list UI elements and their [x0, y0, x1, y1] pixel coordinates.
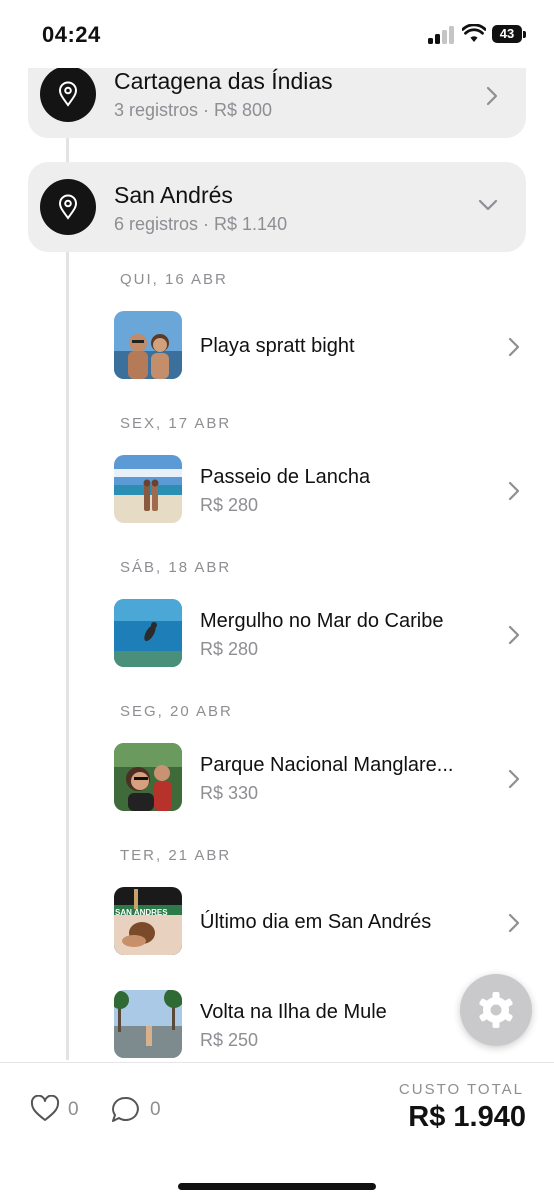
record-item[interactable]: Parque Nacional Manglare... R$ 330 [112, 743, 532, 813]
record-photo [114, 455, 182, 523]
map-pin-icon [40, 66, 96, 122]
like-button[interactable]: 0 [30, 1094, 79, 1125]
record-item[interactable]: Playa spratt bight [112, 311, 532, 381]
place-meta: 6 registros · R$ 1.140 [114, 214, 288, 234]
record-item[interactable]: Passeio de Lancha R$ 280 [112, 455, 532, 525]
record-price: R$ 280 [200, 495, 259, 515]
record-item[interactable]: Mergulho no Mar do Caribe R$ 280 [112, 599, 532, 669]
comment-count: 0 [150, 1099, 161, 1120]
wifi-icon [462, 24, 486, 42]
day-header: TER, 21 ABR [120, 847, 232, 864]
status-time: 04:24 [42, 22, 101, 47]
settings-button[interactable] [460, 974, 532, 1046]
home-indicator [178, 1183, 376, 1190]
record-photo [114, 599, 182, 667]
gear-icon [479, 992, 513, 1028]
place-card-san-andres[interactable]: San Andrés 6 registros · R$ 1.140 [28, 162, 526, 252]
chevron-right-icon [486, 86, 498, 106]
like-count: 0 [68, 1099, 79, 1120]
cellular-signal-icon [428, 26, 456, 44]
record-title: Playa spratt bight [200, 335, 355, 357]
place-meta: 3 registros · R$ 800 [114, 100, 273, 120]
total-cost-label: CUSTO TOTAL [398, 1081, 524, 1098]
record-photo [114, 990, 182, 1058]
day-header: SEX, 17 ABR [120, 415, 232, 432]
place-name: San Andrés [114, 182, 233, 208]
photo-sign-text: SAN ANDRES [115, 908, 168, 917]
record-price: R$ 250 [200, 1030, 259, 1050]
record-photo [114, 743, 182, 811]
record-item[interactable]: SAN ANDRES Último dia em San Andrés [112, 887, 532, 957]
day-header: SÁB, 18 ABR [120, 559, 232, 576]
record-photo [114, 311, 182, 379]
record-price: R$ 280 [200, 639, 259, 659]
heart-icon [30, 1094, 60, 1121]
record-title: Passeio de Lancha [200, 466, 371, 488]
chevron-right-icon [508, 337, 520, 357]
record-title: Último dia em San Andrés [200, 911, 432, 933]
battery-tip [523, 31, 526, 38]
record-title: Mergulho no Mar do Caribe [200, 610, 444, 632]
status-bar: 04:24 43 [0, 0, 554, 68]
place-name: Cartagena das Índias [114, 68, 333, 94]
record-title: Parque Nacional Manglare... [200, 754, 454, 776]
record-photo: SAN ANDRES [114, 887, 182, 955]
battery-icon: 43 [492, 25, 522, 43]
record-price: R$ 330 [200, 783, 259, 803]
map-pin-icon [40, 179, 96, 235]
chevron-right-icon [508, 769, 520, 789]
bottom-bar: 0 0 CUSTO TOTAL R$ 1.940 [0, 1062, 554, 1201]
record-title: Volta na Ilha de Mule [200, 1001, 387, 1023]
chevron-right-icon [508, 481, 520, 501]
comment-button[interactable]: 0 [110, 1095, 161, 1125]
total-cost-value: R$ 1.940 [408, 1101, 526, 1133]
comment-icon [112, 1096, 139, 1122]
timeline-line [66, 130, 69, 1060]
chevron-down-icon [478, 199, 498, 211]
chevron-right-icon [508, 913, 520, 933]
day-header: QUI, 16 ABR [120, 271, 228, 288]
chevron-right-icon [508, 625, 520, 645]
day-header: SEG, 20 ABR [120, 703, 233, 720]
